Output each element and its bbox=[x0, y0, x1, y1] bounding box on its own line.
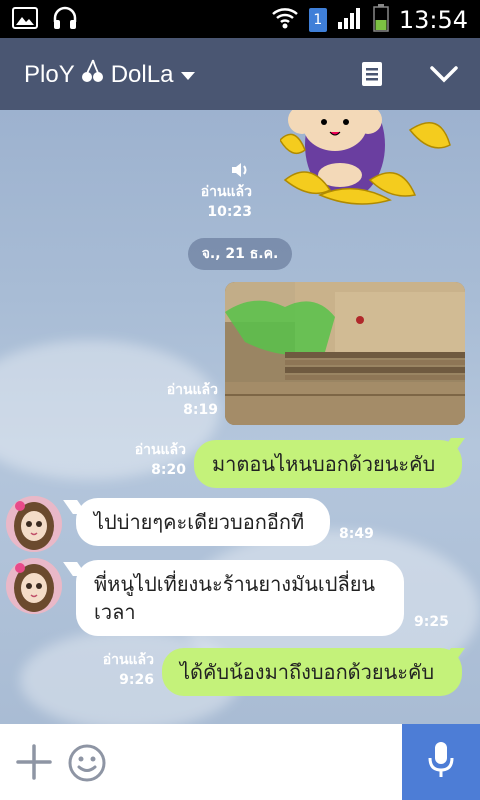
status-bar: 1 13:54 bbox=[0, 0, 480, 38]
read-receipt: อ่านแล้ว 8:20 bbox=[114, 440, 186, 480]
read-receipt: อ่านแล้ว 9:26 bbox=[82, 650, 154, 690]
signal-icon bbox=[337, 6, 363, 34]
voice-message-button[interactable] bbox=[402, 724, 480, 800]
headphones-icon bbox=[52, 6, 78, 34]
message-time: 9:26 bbox=[119, 672, 154, 688]
message-text: ไปบ่ายๆคะเดียวบอกอีกที bbox=[94, 510, 305, 534]
chat-title-name: PloY bbox=[24, 60, 75, 88]
chevron-down-icon bbox=[429, 65, 459, 87]
read-label: อ่านแล้ว bbox=[200, 184, 252, 200]
emoji-button[interactable] bbox=[66, 742, 108, 784]
message-bubble-outgoing[interactable]: ได้คับน้องมาถึงบอกด้วยนะคับ bbox=[162, 648, 462, 696]
message-bubble-incoming[interactable]: ไปบ่ายๆคะเดียวบอกอีกที bbox=[76, 498, 330, 546]
message-time: 10:23 bbox=[207, 204, 252, 220]
message-input-bar bbox=[0, 724, 480, 800]
clock: 13:54 bbox=[398, 6, 468, 34]
message-time: 8:49 bbox=[339, 526, 374, 542]
chevron-down-icon bbox=[179, 61, 197, 89]
photo-message[interactable] bbox=[225, 282, 465, 425]
read-label: อ่านแล้ว bbox=[166, 382, 218, 398]
message-text: พี่หนูไปเที่ยงนะร้านยางมันเปลี่ยนเวลา bbox=[94, 572, 376, 624]
cherry-icon bbox=[81, 58, 105, 91]
chat-area[interactable]: อ่านแล้ว 10:23 จ., 21 ธ.ค. อ่านแล้ว 8:19… bbox=[0, 110, 480, 724]
message-bubble-outgoing[interactable]: มาตอนไหนบอกด้วยนะคับ bbox=[194, 440, 462, 488]
message-time: 9:25 bbox=[414, 614, 449, 630]
read-receipt: อ่านแล้ว 8:19 bbox=[146, 380, 218, 420]
chat-title-suffix: DolLa bbox=[110, 60, 174, 88]
date-divider: จ., 21 ธ.ค. bbox=[188, 238, 292, 270]
sim-badge: 1 bbox=[308, 8, 327, 32]
wifi-icon bbox=[271, 6, 299, 34]
gallery-icon bbox=[12, 7, 38, 33]
add-button[interactable] bbox=[14, 742, 54, 782]
collapse-button[interactable] bbox=[424, 56, 464, 96]
smiley-icon bbox=[66, 744, 108, 788]
message-time: 8:20 bbox=[151, 462, 186, 478]
monkey-sticker[interactable] bbox=[279, 110, 460, 220]
avatar[interactable] bbox=[6, 496, 62, 552]
chat-title-dropdown[interactable]: PloY DolLa bbox=[24, 58, 197, 91]
chat-header: PloY DolLa bbox=[0, 38, 480, 110]
microphone-icon bbox=[426, 740, 456, 784]
message-bubble-incoming[interactable]: พี่หนูไปเที่ยงนะร้านยางมันเปลี่ยนเวลา bbox=[76, 560, 404, 636]
read-label: อ่านแล้ว bbox=[134, 442, 186, 458]
message-text: ได้คับน้องมาถึงบอกด้วยนะคับ bbox=[180, 660, 435, 684]
read-label: อ่านแล้ว bbox=[102, 652, 154, 668]
avatar[interactable] bbox=[6, 558, 62, 614]
message-text: มาตอนไหนบอกด้วยนะคับ bbox=[212, 452, 436, 476]
speaker-icon[interactable] bbox=[230, 160, 250, 184]
battery-icon bbox=[373, 4, 389, 36]
plus-icon bbox=[14, 744, 54, 786]
message-time: 8:19 bbox=[183, 402, 218, 418]
read-receipt: อ่านแล้ว 10:23 bbox=[180, 182, 252, 222]
notes-icon bbox=[361, 61, 383, 91]
notes-button[interactable] bbox=[352, 56, 392, 96]
